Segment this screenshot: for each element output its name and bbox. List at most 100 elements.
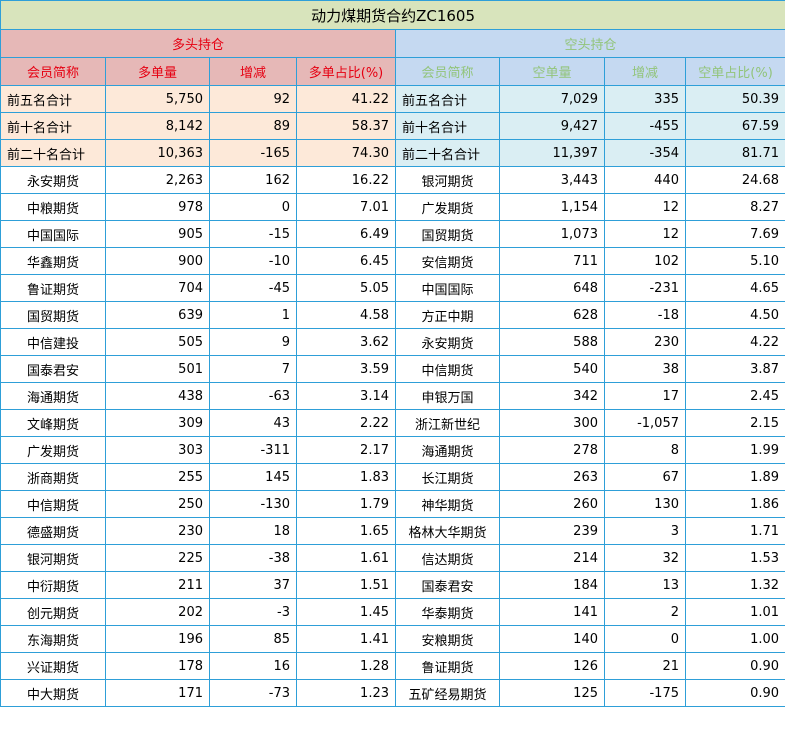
short-share-cell: 24.68 — [684, 166, 785, 194]
long-member-name-cell: 华鑫期货 — [0, 247, 106, 275]
short-change-cell: 0 — [604, 625, 686, 653]
long-change-cell: -73 — [209, 679, 297, 707]
short-volume-cell: 1,073 — [499, 220, 605, 248]
short-volume-cell: 126 — [499, 652, 605, 680]
long-volume-cell: 704 — [105, 274, 210, 302]
summary-row: 前五名合计 5,750 92 41.22 前五名合计 7,029 335 50.39 — [0, 85, 785, 113]
long-share-cell: 74.30 — [296, 139, 396, 167]
short-volume-cell: 628 — [499, 301, 605, 329]
long-change-cell: -45 — [209, 274, 297, 302]
section-row: 多头持仓 空头持仓 — [0, 29, 785, 58]
table-row: 银河期货 225 -38 1.61 信达期货 214 32 1.53 — [0, 544, 785, 572]
short-change-cell: 17 — [604, 382, 686, 410]
long-change-cell: -3 — [209, 598, 297, 626]
table-row: 国贸期货 639 1 4.58 方正中期 628 -18 4.50 — [0, 301, 785, 329]
long-member-name-cell: 广发期货 — [0, 436, 106, 464]
table-row: 浙商期货 255 145 1.83 长江期货 263 67 1.89 — [0, 463, 785, 491]
long-change-cell: 37 — [209, 571, 297, 599]
long-member-name-cell: 中信建投 — [0, 328, 106, 356]
short-share-cell: 2.45 — [684, 382, 785, 410]
short-volume-cell: 278 — [499, 436, 605, 464]
short-change-cell: 335 — [604, 85, 686, 113]
long-volume-cell: 202 — [105, 598, 210, 626]
short-share-cell: 7.69 — [684, 220, 785, 248]
long-member-name-cell: 创元期货 — [0, 598, 106, 626]
long-member-name-cell: 东海期货 — [0, 625, 106, 653]
long-share-cell: 1.28 — [296, 652, 396, 680]
long-col-change: 增减 — [209, 57, 297, 86]
short-share-cell: 3.87 — [684, 355, 785, 383]
short-col-change: 增减 — [604, 57, 686, 86]
table-row: 海通期货 438 -63 3.14 申银万国 342 17 2.45 — [0, 382, 785, 410]
short-change-cell: 13 — [604, 571, 686, 599]
short-member-name-cell: 安粮期货 — [395, 625, 500, 653]
long-change-cell: -10 — [209, 247, 297, 275]
long-member-name-cell: 中衍期货 — [0, 571, 106, 599]
long-share-cell: 1.51 — [296, 571, 396, 599]
short-change-cell: 440 — [604, 166, 686, 194]
short-change-cell: 102 — [604, 247, 686, 275]
summary-row: 前二十名合计 10,363 -165 74.30 前二十名合计 11,397 -354 81.… — [0, 139, 785, 167]
long-share-cell: 3.59 — [296, 355, 396, 383]
long-share-cell: 2.17 — [296, 436, 396, 464]
long-share-cell: 3.14 — [296, 382, 396, 410]
table-row: 文峰期货 309 43 2.22 浙江新世纪 300 -1,057 2.15 — [0, 409, 785, 437]
long-volume-cell: 178 — [105, 652, 210, 680]
long-member-name-cell: 前十名合计 — [0, 112, 106, 140]
long-volume-cell: 438 — [105, 382, 210, 410]
short-change-cell: 12 — [604, 193, 686, 221]
long-share-cell: 7.01 — [296, 193, 396, 221]
long-share-cell: 6.49 — [296, 220, 396, 248]
long-volume-cell: 5,750 — [105, 85, 210, 113]
long-member-name-cell: 前二十名合计 — [0, 139, 106, 167]
long-volume-cell: 250 — [105, 490, 210, 518]
long-volume-cell: 505 — [105, 328, 210, 356]
long-volume-cell: 309 — [105, 409, 210, 437]
long-member-name-cell: 兴证期货 — [0, 652, 106, 680]
long-share-cell: 1.45 — [296, 598, 396, 626]
short-volume-cell: 7,029 — [499, 85, 605, 113]
short-change-cell: -1,057 — [604, 409, 686, 437]
table-row: 中信期货 250 -130 1.79 神华期货 260 130 1.86 — [0, 490, 785, 518]
long-volume-cell: 230 — [105, 517, 210, 545]
long-col-member: 会员简称 — [0, 57, 106, 86]
short-volume-cell: 648 — [499, 274, 605, 302]
short-volume-cell: 239 — [499, 517, 605, 545]
table-row: 鲁证期货 704 -45 5.05 中国国际 648 -231 4.65 — [0, 274, 785, 302]
long-volume-cell: 639 — [105, 301, 210, 329]
long-member-name-cell: 前五名合计 — [0, 85, 106, 113]
table-row: 东海期货 196 85 1.41 安粮期货 140 0 1.00 — [0, 625, 785, 653]
table-row: 永安期货 2,263 162 16.22 银河期货 3,443 440 24.68 — [0, 166, 785, 194]
table-row: 华鑫期货 900 -10 6.45 安信期货 711 102 5.10 — [0, 247, 785, 275]
short-share-cell: 1.99 — [684, 436, 785, 464]
short-member-name-cell: 国泰君安 — [395, 571, 500, 599]
short-member-name-cell: 浙江新世纪 — [395, 409, 500, 437]
long-change-cell: -15 — [209, 220, 297, 248]
short-share-cell: 8.27 — [684, 193, 785, 221]
long-share-cell: 58.37 — [296, 112, 396, 140]
short-member-name-cell: 海通期货 — [395, 436, 500, 464]
long-change-cell: 89 — [209, 112, 297, 140]
short-volume-cell: 140 — [499, 625, 605, 653]
long-member-name-cell: 国泰君安 — [0, 355, 106, 383]
column-header-row: 会员简称 多单量 增减 多单占比(%) 会员简称 空单量 增减 空单占比(%) — [0, 57, 785, 86]
long-share-cell: 6.45 — [296, 247, 396, 275]
short-share-cell: 1.00 — [684, 625, 785, 653]
long-share-cell: 4.58 — [296, 301, 396, 329]
short-col-member: 会员简称 — [395, 57, 500, 86]
short-member-name-cell: 前二十名合计 — [395, 139, 500, 167]
short-member-name-cell: 中信期货 — [395, 355, 500, 383]
short-volume-cell: 3,443 — [499, 166, 605, 194]
long-member-name-cell: 中粮期货 — [0, 193, 106, 221]
short-member-name-cell: 鲁证期货 — [395, 652, 500, 680]
short-share-cell: 4.22 — [684, 328, 785, 356]
short-member-name-cell: 前五名合计 — [395, 85, 500, 113]
table-row: 中衍期货 211 37 1.51 国泰君安 184 13 1.32 — [0, 571, 785, 599]
table-row: 中国国际 905 -15 6.49 国贸期货 1,073 12 7.69 — [0, 220, 785, 248]
long-col-share: 多单占比(%) — [296, 57, 396, 86]
short-share-cell: 1.01 — [684, 598, 785, 626]
short-change-cell: 21 — [604, 652, 686, 680]
short-share-cell: 5.10 — [684, 247, 785, 275]
long-change-cell: -165 — [209, 139, 297, 167]
short-section-header: 空头持仓 — [394, 29, 785, 58]
